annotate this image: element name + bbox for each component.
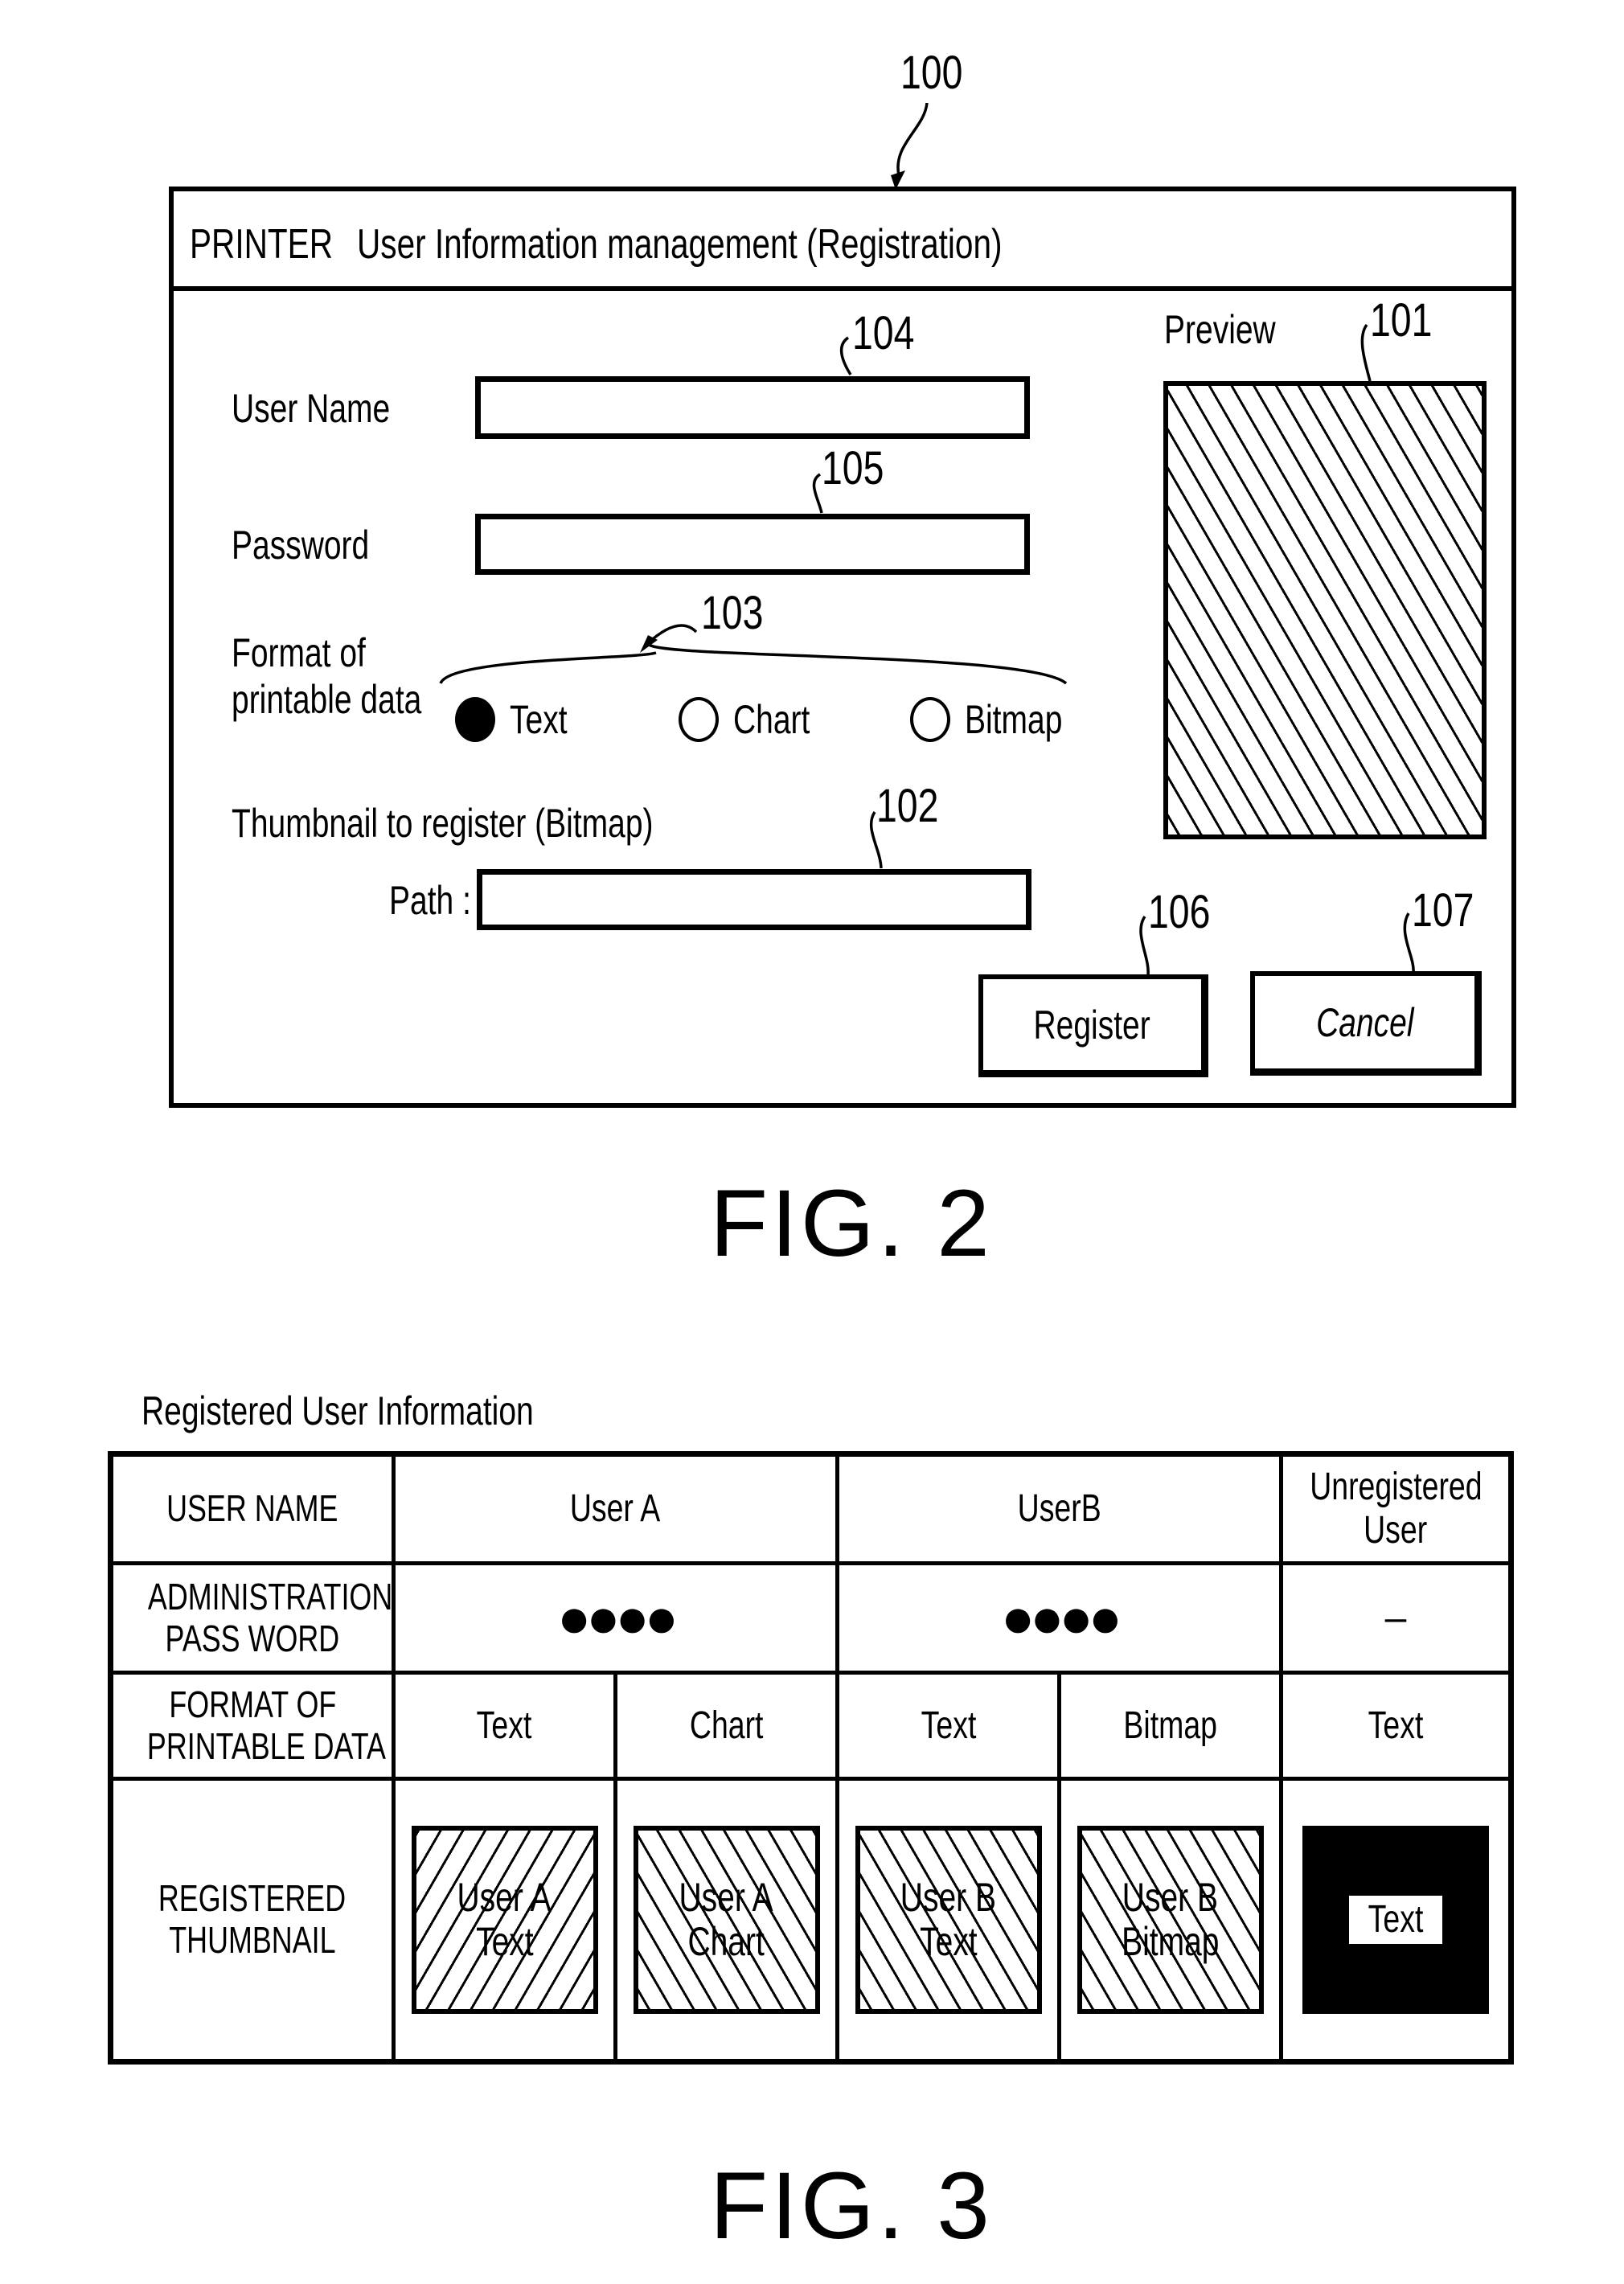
row-header-thumbnail: REGISTERED THUMBNAIL [109,1777,396,2064]
unregistered-password-cell: – [1279,1561,1514,1675]
password-label: Password [232,523,370,568]
radio-unselected-icon [679,697,719,742]
user-a-name-cell: User A [391,1452,840,1565]
format-label: Format of printable data [232,630,422,722]
row-header-format: FORMAT OF PRINTABLE DATA [109,1671,396,1781]
preview-area [1163,381,1487,839]
user-b-password-cell: ●●●● [835,1561,1284,1675]
radio-selected-icon [455,697,495,742]
thumbnail-cell: User B Text [835,1777,1062,2064]
thumbnail-cell: User B Bitmap [1057,1777,1284,2064]
ref-numeral-100: 100 [900,47,963,99]
dialog-title-bar: PRINTER User Information management (Reg… [174,191,1511,291]
ref-numeral-102: 102 [876,780,939,832]
leader-100 [896,102,929,176]
app-label: PRINTER [190,221,334,268]
table-row: ADMINISTRATION PASS WORD ●●●● ●●●● – [109,1561,1514,1675]
ref-numeral-104: 104 [852,307,915,359]
thumbnail-cell: User A Chart [613,1777,840,2064]
cancel-button[interactable]: Cancel [1250,971,1482,1076]
row-header-password: ADMINISTRATION PASS WORD [109,1561,396,1675]
thumbnail-cell: User A Text [392,1777,617,2064]
figure-2-caption: FIG. 2 [710,1171,993,1277]
ref-numeral-101: 101 [1370,294,1433,346]
thumbnail-user-a-chart: User A Chart [633,1826,820,2014]
ref-numeral-105: 105 [822,442,884,494]
table-row: USER NAME User A UserB Unregistered User [109,1452,1514,1565]
figure-3-caption: FIG. 3 [710,2153,993,2259]
thumbnail-user-b-text: User B Text [855,1826,1042,2014]
user-name-input[interactable] [475,376,1030,439]
preview-label: Preview [1164,307,1276,352]
register-button[interactable]: Register [978,974,1208,1077]
format-radio-chart[interactable]: Chart [679,696,831,743]
format-radio-bitmap[interactable]: Bitmap [910,696,1090,743]
format-cell: Text [392,1671,617,1781]
dialog-title: User Information management (Registratio… [357,221,1003,268]
thumbnail-cell: Text [1279,1777,1514,2064]
table-row: FORMAT OF PRINTABLE DATA Text Chart Text … [109,1671,1514,1781]
thumbnail-label: Thumbnail to register (Bitmap) [232,801,654,846]
user-name-label: User Name [232,386,391,431]
unregistered-user-name-cell: Unregistered User [1279,1452,1514,1565]
row-header-user-name: USER NAME [109,1452,396,1565]
ref-numeral-107: 107 [1412,884,1474,937]
format-cell: Bitmap [1057,1671,1284,1781]
format-cell: Text [1279,1671,1514,1781]
thumbnail-unregistered-text: Text [1302,1826,1490,2014]
radio-unselected-icon [910,697,950,742]
thumbnail-user-a-text: User A Text [411,1826,598,2014]
user-a-password-cell: ●●●● [391,1561,840,1675]
ref-numeral-106: 106 [1148,886,1211,938]
user-b-name-cell: UserB [835,1452,1284,1565]
format-cell: Text [835,1671,1062,1781]
thumbnail-path-input[interactable] [477,869,1031,930]
registered-user-info-title: Registered User Information [141,1388,534,1433]
format-cell: Chart [613,1671,840,1781]
registered-user-table: USER NAME User A UserB Unregistered User … [108,1451,1515,2065]
thumbnail-user-b-bitmap: User B Bitmap [1077,1826,1264,2014]
table-row: REGISTERED THUMBNAIL User A Text User A C… [109,1777,1514,2064]
password-input[interactable] [475,514,1030,575]
format-radio-text[interactable]: Text [455,696,584,743]
ref-numeral-103: 103 [701,587,764,639]
